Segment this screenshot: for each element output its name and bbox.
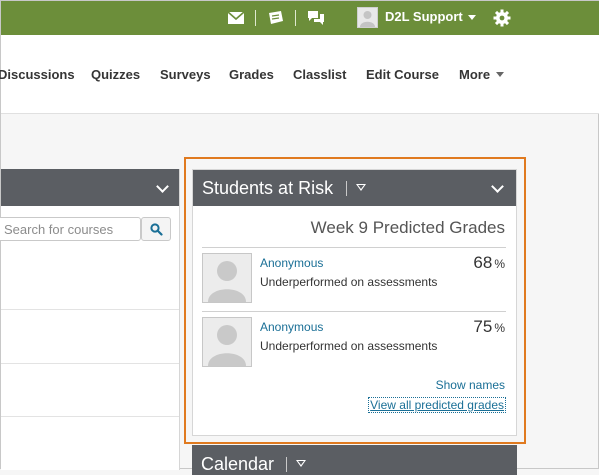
divider (202, 311, 506, 312)
chevron-down-icon[interactable] (156, 180, 169, 193)
settings-gear-icon[interactable] (493, 9, 511, 27)
nav-grades[interactable]: Grades (229, 67, 274, 82)
update-alert-icon[interactable] (267, 9, 285, 27)
chevron-down-icon[interactable] (491, 180, 504, 193)
predicted-grade: 75% (473, 317, 505, 337)
nav-more[interactable]: More (459, 67, 490, 82)
widget-title: Students at Risk (202, 178, 334, 198)
grade-unit: % (494, 257, 505, 271)
student-name-link[interactable]: Anonymous (260, 320, 323, 334)
student-risk-reason: Underperformed on assessments (260, 275, 438, 289)
student-avatar (202, 253, 252, 303)
calendar-widget: Calendar (192, 445, 517, 475)
course-search-input[interactable] (0, 217, 141, 241)
my-courses-widget (0, 169, 180, 470)
view-all-predicted-grades-link[interactable]: View all predicted grades (368, 397, 506, 413)
chevron-down-icon[interactable] (496, 72, 504, 77)
student-name-link[interactable]: Anonymous (260, 256, 323, 270)
nav-surveys[interactable]: Surveys (160, 67, 211, 82)
user-avatar[interactable] (357, 7, 378, 28)
search-button[interactable] (141, 217, 171, 241)
nav-quizzes[interactable]: Quizzes (91, 67, 140, 82)
predicted-grade: 68% (473, 253, 505, 273)
list-divider (1, 309, 179, 310)
minibar-separator (255, 10, 256, 26)
show-names-link[interactable]: Show names (436, 378, 505, 392)
subscription-alert-icon[interactable] (307, 9, 325, 27)
divider (202, 247, 506, 248)
widget-title: Calendar (201, 454, 275, 474)
minibar: D2L Support (1, 1, 599, 35)
nav-discussions[interactable]: Discussions (0, 67, 75, 82)
title-separator (346, 181, 347, 196)
user-menu-name[interactable]: D2L Support (385, 9, 463, 24)
widget-header (1, 169, 179, 206)
nav-classlist[interactable]: Classlist (293, 67, 346, 82)
predicted-grades-subtitle: Week 9 Predicted Grades (310, 218, 505, 237)
student-avatar (202, 317, 252, 367)
title-separator (286, 457, 287, 472)
message-alert-icon[interactable] (227, 9, 245, 27)
widget-menu-icon[interactable] (296, 460, 306, 467)
grade-value: 75 (473, 317, 493, 336)
widget-menu-icon[interactable] (356, 184, 366, 191)
students-at-risk-widget: Students at Risk Week 9 Predicted Grades… (192, 169, 517, 436)
chevron-down-icon[interactable] (468, 15, 476, 20)
student-risk-reason: Underperformed on assessments (260, 339, 438, 353)
grade-value: 68 (473, 253, 493, 272)
nav-edit-course[interactable]: Edit Course (366, 67, 439, 82)
list-divider (1, 416, 179, 417)
search-icon (150, 223, 163, 236)
grade-unit: % (494, 321, 505, 335)
list-divider (1, 363, 179, 364)
widget-header: Students at Risk (193, 170, 516, 206)
minibar-separator (295, 10, 296, 26)
course-navbar: Discussions Quizzes Surveys Grades Class… (0, 35, 599, 114)
